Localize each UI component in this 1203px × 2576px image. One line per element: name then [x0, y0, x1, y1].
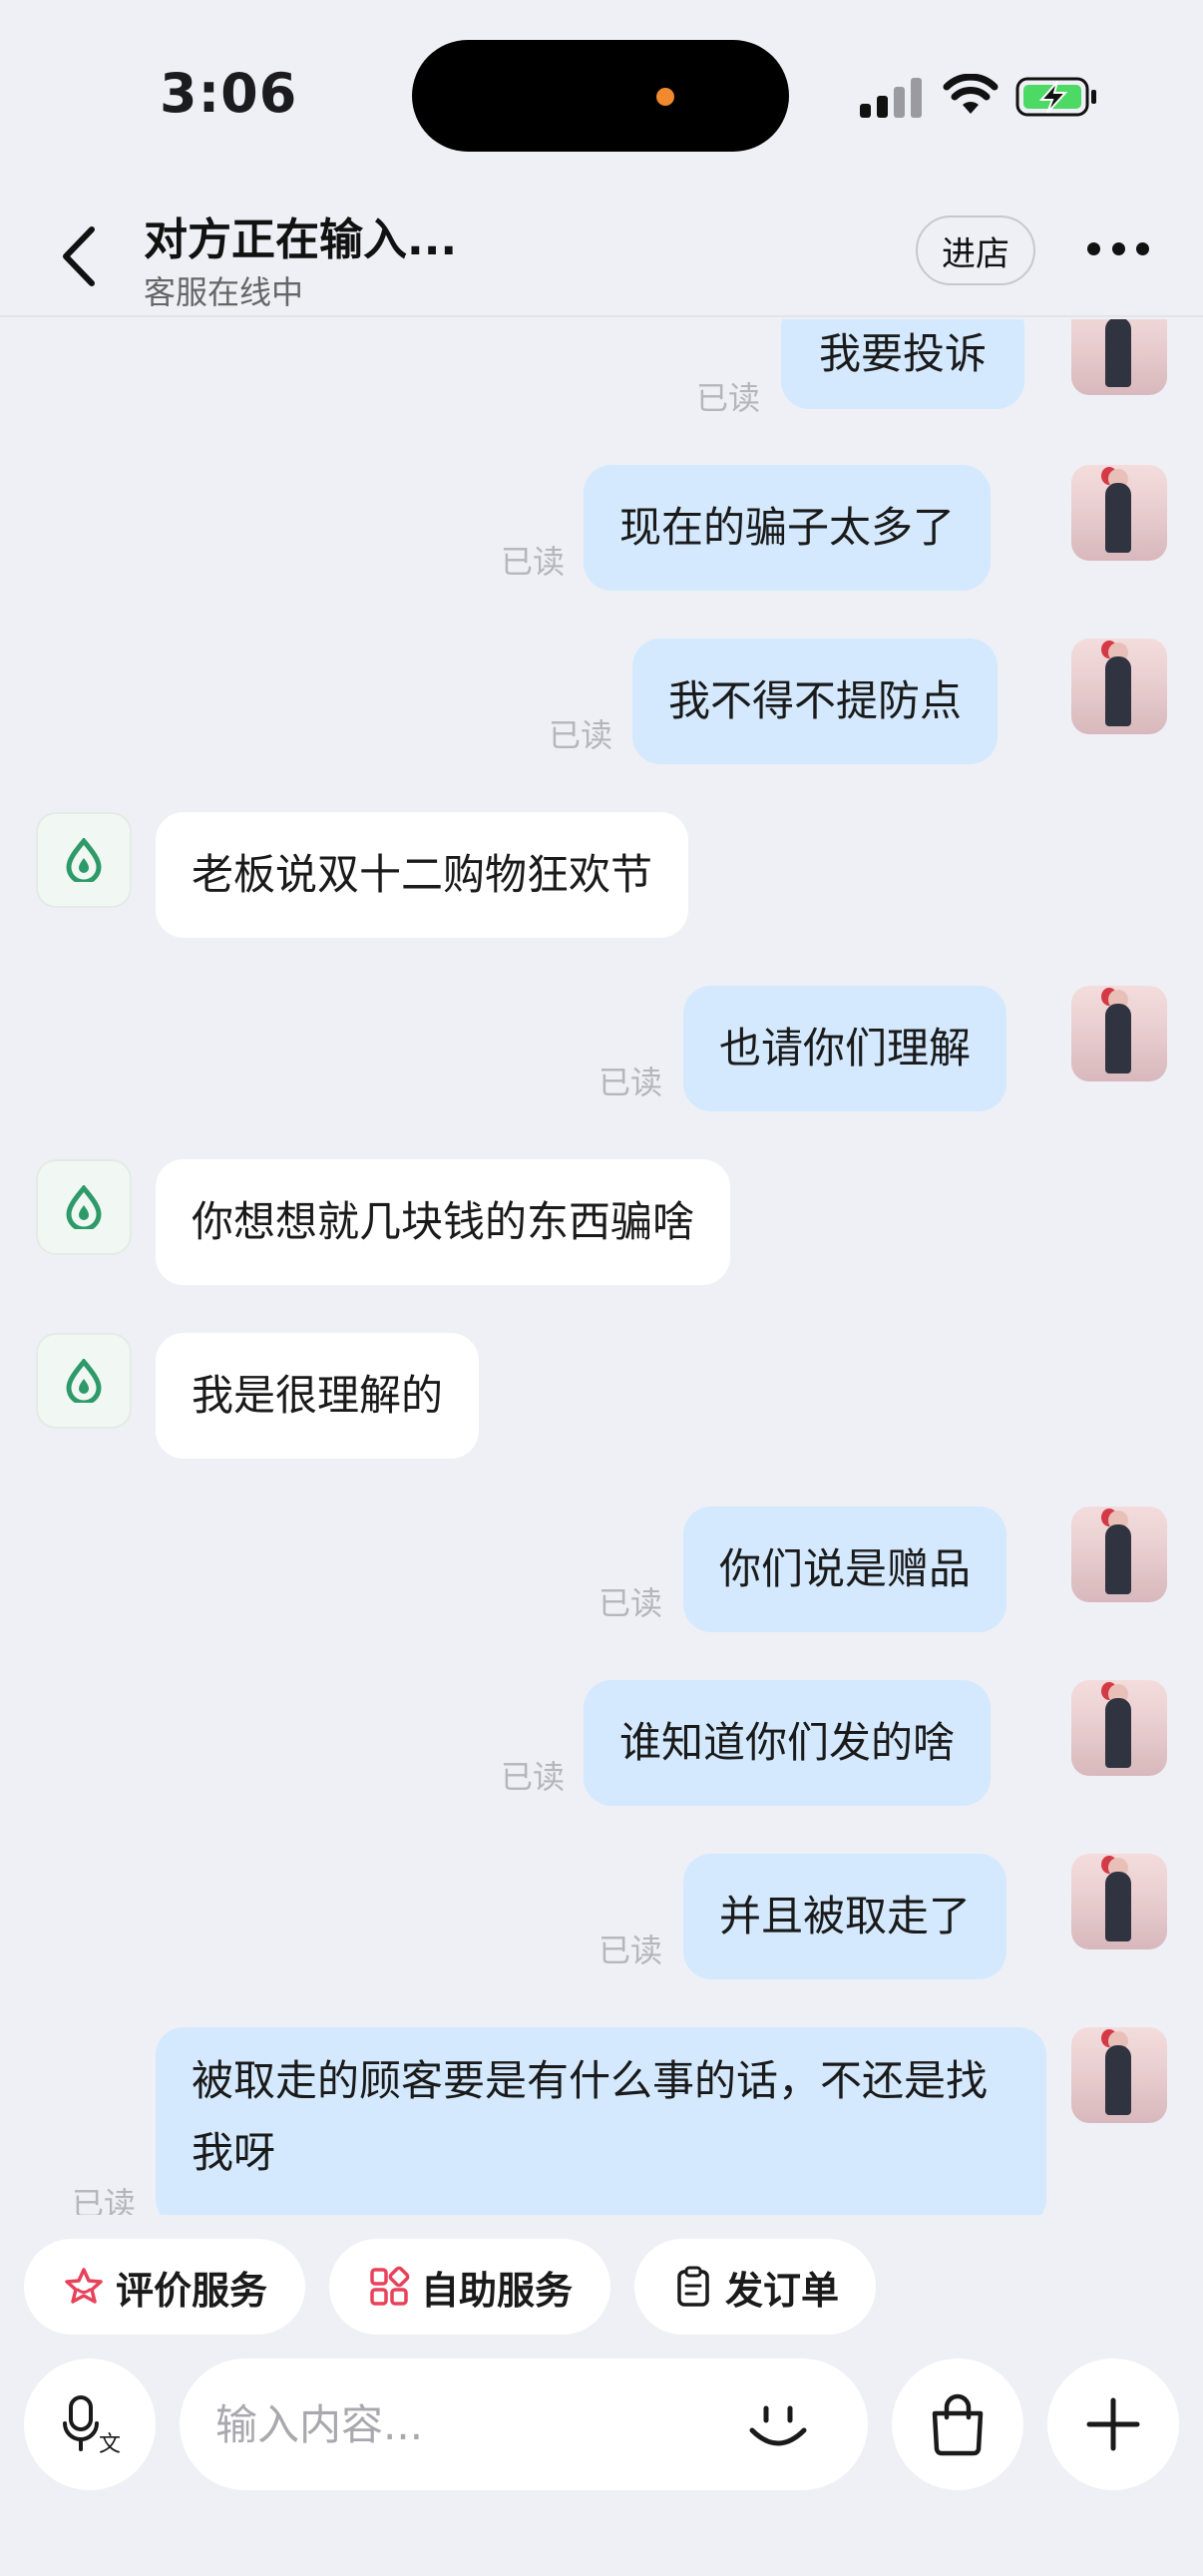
chat-subtitle: 客服在线中	[144, 273, 304, 311]
rate-service-button[interactable]: 评价服务	[24, 2239, 305, 2335]
send-order-button[interactable]: 发订单	[634, 2239, 876, 2335]
emoji-icon[interactable]	[744, 2390, 812, 2458]
shopping-bag-button[interactable]	[892, 2359, 1023, 2490]
user-avatar[interactable]	[1071, 639, 1167, 734]
message-row-agent: 你想想就几块钱的东西骗啥	[0, 1159, 1203, 1285]
user-avatar[interactable]	[1071, 2027, 1167, 2123]
message-row-mine: 我要投诉 已读	[0, 319, 1203, 417]
user-avatar[interactable]	[1071, 986, 1167, 1081]
message-bubble[interactable]: 现在的骗子太多了	[584, 465, 992, 591]
message-bubble[interactable]: 你想想就几块钱的东西骗啥	[156, 1159, 731, 1285]
read-receipt: 已读	[72, 2185, 137, 2215]
battery-charging-icon	[1015, 77, 1096, 117]
message-bubble[interactable]: 我不得不提防点	[632, 639, 999, 764]
message-row-mine: 我不得不提防点 已读	[0, 639, 1203, 764]
message-bubble[interactable]: 被取走的顾客要是有什么事的话，不还是找我呀	[156, 2027, 1046, 2215]
message-row-mine: 并且被取走了 已读	[0, 1854, 1203, 1979]
shop-logo-avatar[interactable]	[36, 1159, 132, 1255]
message-bubble[interactable]: 也请你们理解	[683, 986, 1007, 1111]
message-row-agent: 老板说双十二购物狂欢节	[0, 812, 1203, 938]
message-bubble[interactable]: 我是很理解的	[156, 1333, 480, 1459]
read-receipt: 已读	[696, 379, 761, 417]
user-avatar[interactable]	[1071, 1680, 1167, 1776]
chat-title: 对方正在输入...	[144, 215, 458, 265]
read-receipt: 已读	[501, 1758, 566, 1796]
message-bubble[interactable]: 我要投诉	[781, 319, 1025, 409]
message-row-mine: 也请你们理解 已读	[0, 986, 1203, 1111]
cellular-signal-icon	[860, 78, 924, 118]
read-receipt: 已读	[549, 716, 613, 754]
dynamic-island	[412, 40, 789, 152]
more-options-icon[interactable]	[1087, 237, 1149, 259]
wifi-icon	[943, 74, 999, 114]
quick-action-label: 自助服务	[420, 2268, 573, 2313]
message-row-agent: 我是很理解的	[0, 1333, 1203, 1459]
droplet-logo-icon	[66, 1359, 102, 1403]
user-avatar[interactable]	[1071, 319, 1167, 395]
chat-header: 对方正在输入... 客服在线中 进店	[0, 190, 1203, 317]
droplet-logo-icon	[66, 1185, 102, 1229]
quick-action-label: 发订单	[724, 2268, 839, 2313]
read-receipt: 已读	[599, 1932, 663, 1969]
enter-shop-button[interactable]: 进店	[916, 215, 1035, 285]
message-row-mine: 现在的骗子太多了 已读	[0, 465, 1203, 591]
status-bar: 3:06	[0, 0, 1203, 190]
read-receipt: 已读	[501, 543, 566, 581]
shop-logo-avatar[interactable]	[36, 1333, 132, 1429]
user-avatar[interactable]	[1071, 465, 1167, 561]
chat-message-list[interactable]: 我要投诉 已读 现在的骗子太多了 已读 我不得不提防点 已读 老板说双十二购物狂…	[0, 319, 1203, 2215]
read-receipt: 已读	[599, 1064, 663, 1101]
message-bubble[interactable]: 你们说是赠品	[683, 1506, 1007, 1632]
status-time: 3:06	[160, 62, 298, 125]
grid-icon	[370, 2266, 410, 2306]
message-row-mine: 被取走的顾客要是有什么事的话，不还是找我呀 已读	[0, 2027, 1203, 2215]
user-avatar[interactable]	[1071, 1506, 1167, 1602]
clipboard-icon	[677, 2266, 709, 2307]
message-input[interactable]	[215, 2388, 734, 2460]
user-avatar[interactable]	[1071, 1854, 1167, 1949]
message-bubble[interactable]: 谁知道你们发的啥	[584, 1680, 992, 1806]
shop-logo-avatar[interactable]	[36, 812, 132, 908]
droplet-logo-icon	[66, 838, 102, 882]
camera-indicator-dot	[656, 88, 674, 106]
voice-input-button[interactable]: 文	[24, 2359, 156, 2490]
message-bubble[interactable]: 老板说双十二购物狂欢节	[156, 812, 689, 938]
message-row-mine: 你们说是赠品 已读	[0, 1506, 1203, 1632]
star-icon	[65, 2268, 103, 2304]
message-bubble[interactable]: 并且被取走了	[683, 1854, 1007, 1979]
plus-icon	[1086, 2397, 1140, 2451]
back-arrow-icon[interactable]	[52, 221, 108, 291]
shopping-bag-icon	[932, 2393, 984, 2456]
read-receipt: 已读	[599, 1584, 663, 1622]
more-actions-button[interactable]	[1047, 2359, 1179, 2490]
self-service-button[interactable]: 自助服务	[329, 2239, 610, 2335]
message-input-container[interactable]	[180, 2359, 868, 2490]
svg-text:文: 文	[99, 2432, 121, 2457]
microphone-translate-icon: 文	[63, 2395, 121, 2457]
quick-action-label: 评价服务	[115, 2268, 267, 2313]
message-row-mine: 谁知道你们发的啥 已读	[0, 1680, 1203, 1806]
